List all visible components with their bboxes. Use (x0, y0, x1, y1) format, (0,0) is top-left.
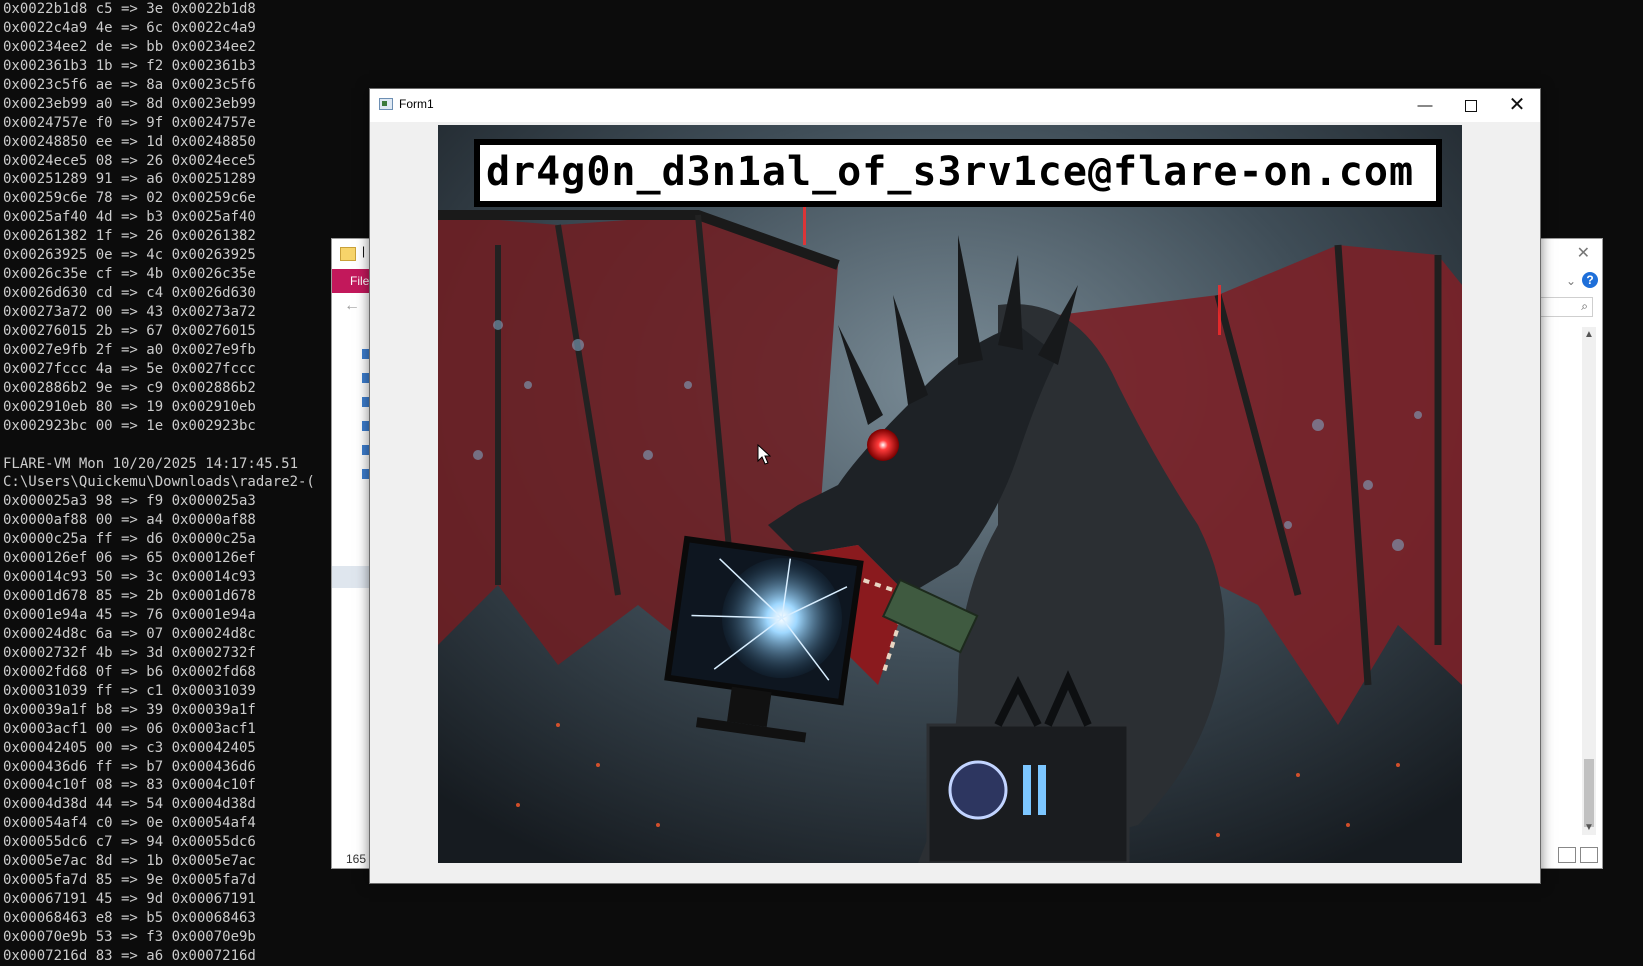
search-icon: ⌕ (1581, 299, 1588, 313)
explorer-close-icon[interactable]: ✕ (1577, 243, 1590, 263)
form-title: Form1 (399, 97, 434, 111)
console-line: 0x002361b3 1b => f2 0x002361b3 (3, 57, 256, 74)
maximize-icon (1465, 100, 1477, 113)
email-banner: dr4g0n_d3n1al_of_s3rv1ce@flare-on.com (474, 139, 1442, 207)
explorer-title: | (362, 244, 366, 258)
help-icon[interactable]: ? (1582, 272, 1598, 288)
form-titlebar[interactable]: Form1 — ✕ (370, 89, 1540, 122)
minimize-button[interactable]: — (1402, 89, 1448, 122)
console-line: 0x0007216d 83 => a6 0x0007216d (3, 947, 256, 964)
console-line: 0x00234ee2 de => bb 0x00234ee2 (3, 38, 256, 55)
vertical-scrollbar[interactable]: ▲ ▼ (1582, 327, 1596, 835)
large-icons-view-icon[interactable] (1580, 847, 1598, 863)
scroll-down-icon[interactable]: ▼ (1584, 822, 1594, 833)
back-arrow-icon[interactable]: ← (344, 297, 360, 315)
console-line: 0x00070e9b 53 => f3 0x00070e9b (3, 928, 256, 945)
flag-email-text: dr4g0n_d3n1al_of_s3rv1ce@flare-on.com (486, 149, 1415, 195)
dragon-picture: dr4g0n_d3n1al_of_s3rv1ce@flare-on.com (438, 125, 1462, 863)
chevron-down-icon[interactable]: ⌄ (1566, 274, 1576, 288)
app-icon (379, 98, 393, 110)
console-line: 0x00068463 e8 => b5 0x00068463 (3, 910, 256, 926)
form-window[interactable]: Form1 — ✕ dr4g0n_d3n1al_of_s3rv1ce@flare… (369, 88, 1541, 884)
details-view-icon[interactable] (1558, 847, 1576, 863)
console-line: 0x0022b1d8 c5 => 3e 0x0022b1d8 (3, 1, 256, 17)
ribbon-file-tab[interactable]: File (332, 269, 372, 293)
folder-icon (340, 247, 356, 261)
console-line: 0x00067191 45 => 9d 0x00067191 (3, 891, 256, 908)
close-button[interactable]: ✕ (1494, 89, 1540, 122)
console-line: 0x0022c4a9 4e => 6c 0x0022c4a9 (3, 19, 256, 36)
scroll-up-icon[interactable]: ▲ (1584, 329, 1594, 340)
maximize-button[interactable] (1448, 89, 1494, 122)
dragon-illustration (438, 125, 1462, 863)
scroll-thumb[interactable] (1584, 759, 1594, 827)
mouse-cursor-icon (757, 444, 771, 465)
nav-selected-item[interactable] (332, 566, 370, 588)
